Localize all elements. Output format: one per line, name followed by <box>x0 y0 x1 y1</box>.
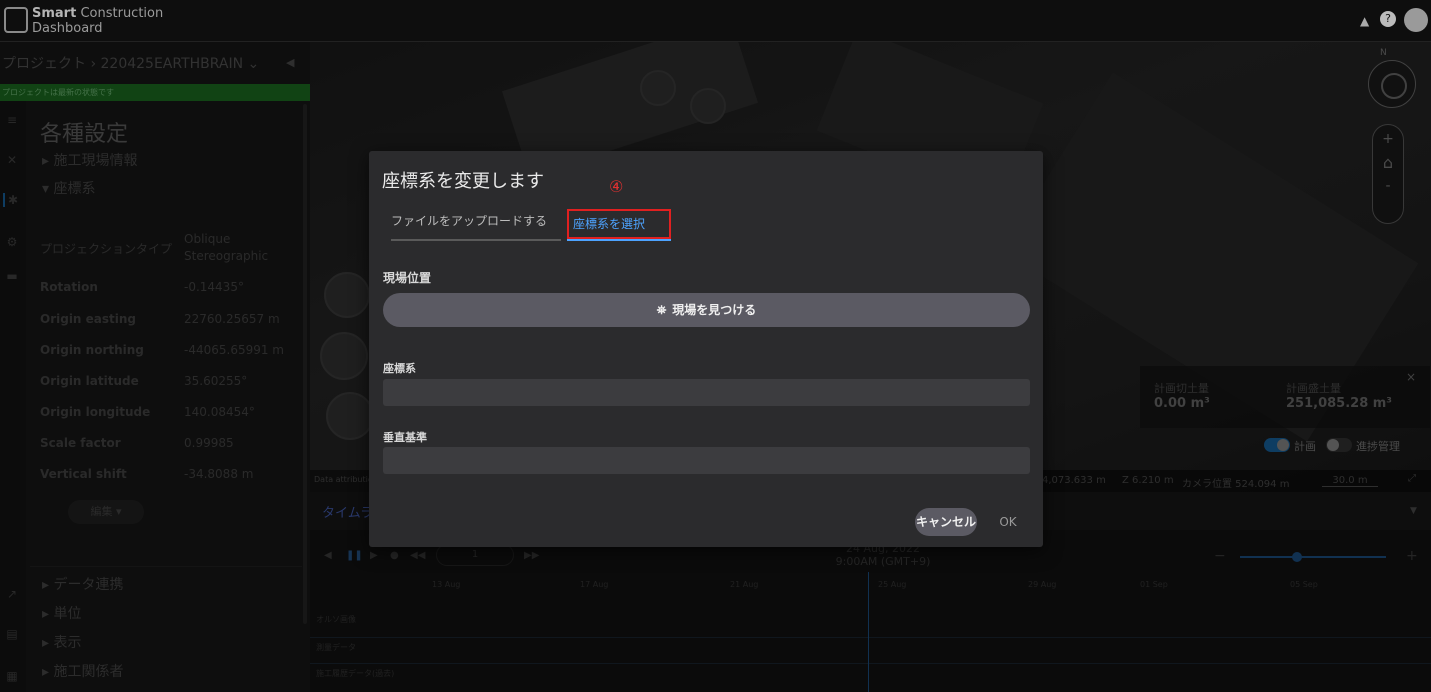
tab-upload-file[interactable]: ファイルをアップロードする <box>391 209 561 241</box>
tab-select-crs[interactable]: 座標系を選択 <box>567 209 671 239</box>
crs-field[interactable] <box>383 379 1030 406</box>
find-site-button[interactable]: ⛯ 現場を見つける <box>383 293 1030 327</box>
map-pin-icon: ⛯ <box>656 303 667 317</box>
ok-button[interactable]: OK <box>993 508 1023 536</box>
active-tab-indicator <box>567 239 671 241</box>
vertical-datum-label: 垂直基準 <box>383 431 427 444</box>
vertical-datum-field[interactable] <box>383 447 1030 474</box>
cancel-button[interactable]: キャンセル <box>915 508 977 536</box>
find-site-label: 現場を見つける <box>672 303 757 317</box>
app-logo-icon <box>4 7 28 33</box>
step-marker: ④ <box>609 177 624 196</box>
bell-icon[interactable]: ▲ <box>1360 14 1369 28</box>
change-crs-dialog: 座標系を変更します ④ ファイルをアップロードする 座標系を選択 現場位置 ⛯ 現… <box>369 151 1043 547</box>
help-icon[interactable]: ? <box>1380 11 1396 27</box>
avatar[interactable] <box>1404 8 1428 32</box>
top-bar: Smart Construction Dashboard ▲ ? <box>0 0 1431 42</box>
tab-upload-label: ファイルをアップロードする <box>391 214 548 228</box>
dialog-title: 座標系を変更します <box>382 171 544 192</box>
app-title: Smart Construction Dashboard <box>32 6 164 36</box>
crs-label: 座標系 <box>383 362 416 375</box>
site-location-label: 現場位置 <box>383 271 432 285</box>
